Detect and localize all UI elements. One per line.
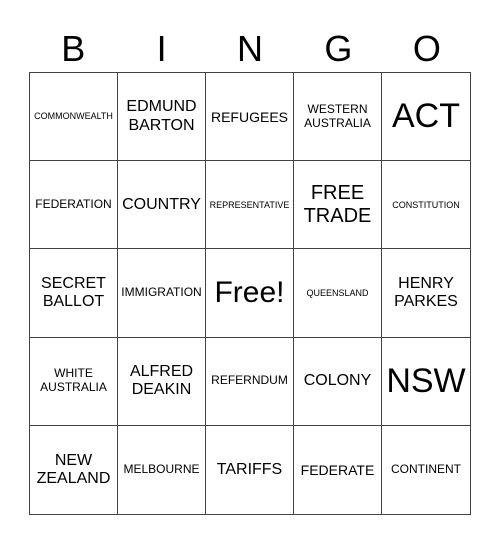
header-letter: I: [156, 28, 167, 69]
bingo-cell[interactable]: COMMONWEALTH: [30, 73, 118, 162]
bingo-cell[interactable]: NEW ZEALAND: [30, 425, 118, 514]
bingo-grid: COMMONWEALTH EDMUND BARTON REFUGEES WESTERN…: [29, 72, 471, 515]
bingo-cell[interactable]: ACT: [382, 73, 470, 162]
bingo-cell[interactable]: IMMIGRATION: [118, 249, 206, 338]
bingo-cell[interactable]: NSW: [382, 338, 470, 426]
bingo-cell[interactable]: SECRET BALLOT: [30, 249, 118, 338]
header-letter: G: [324, 28, 353, 69]
bingo-cell[interactable]: REPRESENTATIVE: [206, 161, 294, 250]
bingo-cell[interactable]: HENRY PARKES: [382, 249, 470, 338]
header-letter: O: [412, 28, 441, 69]
header-letter: N: [237, 28, 264, 69]
bingo-cell[interactable]: QUEENSLAND: [294, 249, 382, 338]
bingo-cell[interactable]: CONSTITUTION: [382, 161, 470, 250]
bingo-cell[interactable]: EDMUND BARTON: [118, 73, 206, 162]
header-letter: B: [61, 28, 86, 69]
free-space-cell[interactable]: Free!: [206, 249, 294, 338]
bingo-header: B I N G O: [29, 26, 471, 72]
bingo-cell[interactable]: COLONY: [294, 337, 382, 426]
bingo-cell[interactable]: REFERNDUM: [206, 337, 294, 426]
bingo-cell[interactable]: CONTINENT: [382, 426, 470, 514]
bingo-cell[interactable]: MELBOURNE: [118, 425, 206, 514]
bingo-cell[interactable]: WHITE AUSTRALIA: [30, 337, 118, 426]
bingo-cell[interactable]: TARIFFS: [206, 425, 294, 514]
bingo-cell[interactable]: WESTERN AUSTRALIA: [294, 73, 382, 162]
bingo-cell[interactable]: FREE TRADE: [294, 161, 382, 250]
bingo-cell[interactable]: FEDERATION: [30, 161, 118, 250]
bingo-cell[interactable]: COUNTRY: [118, 161, 206, 250]
bingo-cell[interactable]: FEDERATE: [294, 425, 382, 514]
bingo-cell[interactable]: ALFRED DEAKIN: [118, 337, 206, 426]
bingo-cell[interactable]: REFUGEES: [206, 73, 294, 162]
